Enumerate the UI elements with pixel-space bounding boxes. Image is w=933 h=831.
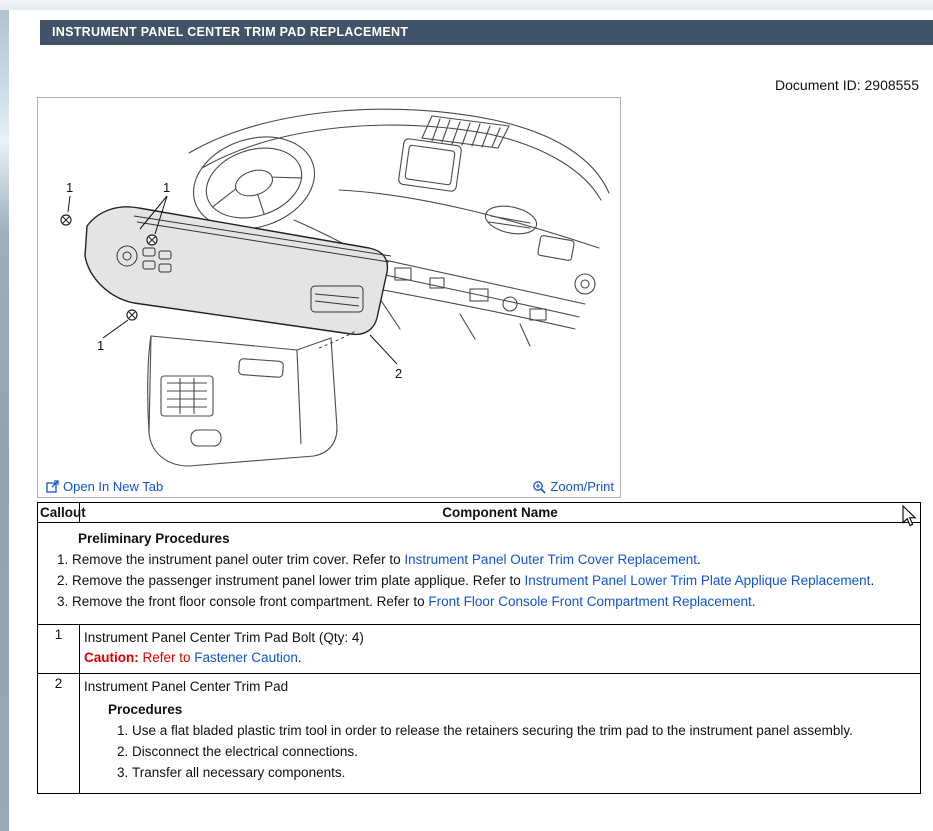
desktop-top-edge: [0, 0, 933, 10]
step-text: Remove the passenger instrument panel lo…: [72, 573, 525, 588]
procedure-step-2: Disconnect the electrical connections.: [132, 742, 916, 762]
component-cell: Instrument Panel Center Trim Pad Bolt (Q…: [80, 625, 921, 674]
document-id: Document ID: 2908555: [9, 77, 919, 93]
callout-label-1a: 1: [66, 180, 73, 195]
preliminary-step-2: Remove the passenger instrument panel lo…: [72, 571, 916, 591]
table-row-callout-2: 2 Instrument Panel Center Trim Pad Proce…: [38, 674, 921, 794]
callout-label-1b: 1: [163, 180, 170, 195]
preliminary-cell: Preliminary Procedures Remove the instru…: [38, 523, 921, 625]
preliminary-title: Preliminary Procedures: [78, 531, 916, 546]
zoom-print-link[interactable]: Zoom/Print: [532, 479, 614, 494]
table-header-row: Callout Component Name: [38, 503, 921, 523]
preliminary-steps-list: Remove the instrument panel outer trim c…: [42, 550, 916, 612]
page-title: INSTRUMENT PANEL CENTER TRIM PAD REPLACE…: [40, 20, 933, 45]
open-in-new-tab-link[interactable]: Open In New Tab: [46, 479, 163, 494]
component-name-column-header: Component Name: [80, 503, 921, 523]
caution-label: Caution:: [84, 650, 139, 665]
table-row-callout-1: 1 Instrument Panel Center Trim Pad Bolt …: [38, 625, 921, 674]
open-in-new-tab-label: Open In New Tab: [63, 479, 163, 494]
procedure-link-front-compartment[interactable]: Front Floor Console Front Compartment Re…: [428, 594, 751, 609]
document-page: INSTRUMENT PANEL CENTER TRIM PAD REPLACE…: [9, 10, 933, 831]
procedure-link-lower-trim-plate-applique[interactable]: Instrument Panel Lower Trim Plate Appliq…: [525, 573, 871, 588]
preliminary-step-1: Remove the instrument panel outer trim c…: [72, 550, 916, 570]
callout-label-2: 2: [395, 366, 402, 381]
external-link-icon: [46, 480, 59, 493]
figure-container: 1 1 1 2 Open In New Tab: [37, 97, 621, 498]
callout-column-header: Callout: [38, 503, 80, 523]
desktop-left-edge: [0, 0, 9, 831]
page-title-text: INSTRUMENT PANEL CENTER TRIM PAD REPLACE…: [52, 25, 408, 39]
callout-label-1c: 1: [97, 338, 104, 353]
component-name: Instrument Panel Center Trim Pad: [84, 678, 916, 696]
component-name: Instrument Panel Center Trim Pad Bolt (Q…: [84, 629, 916, 647]
caution-period: .: [298, 650, 302, 665]
step-period: .: [752, 594, 756, 609]
step-text: Remove the instrument panel outer trim c…: [72, 552, 404, 567]
procedures-list: Use a flat bladed plastic trim tool in o…: [106, 721, 916, 783]
procedure-step-1: Use a flat bladed plastic trim tool in o…: [132, 721, 916, 741]
caution-text: Refer to: [139, 650, 195, 665]
zoom-icon: [532, 480, 546, 494]
fastener-caution-link[interactable]: Fastener Caution: [194, 650, 298, 665]
procedures-label: Procedures: [108, 702, 916, 717]
preliminary-procedures-row: Preliminary Procedures Remove the instru…: [38, 523, 921, 625]
callout-number: 2: [38, 674, 80, 794]
preliminary-step-3: Remove the front floor console front com…: [72, 592, 916, 612]
zoom-print-label: Zoom/Print: [550, 479, 614, 494]
procedure-link-outer-trim-cover[interactable]: Instrument Panel Outer Trim Cover Replac…: [404, 552, 697, 567]
procedure-step-3: Transfer all necessary components.: [132, 763, 916, 783]
step-period: .: [697, 552, 701, 567]
step-period: .: [870, 573, 874, 588]
caution-note: Caution: Refer to Fastener Caution.: [84, 649, 916, 667]
technical-illustration: 1 1 1 2: [38, 98, 620, 478]
component-table: Callout Component Name Preliminary Proce…: [37, 502, 921, 794]
component-cell: Instrument Panel Center Trim Pad Procedu…: [80, 674, 921, 794]
callout-number: 1: [38, 625, 80, 674]
figure-link-bar: Open In New Tab Zoom/Print: [38, 478, 620, 497]
step-text: Remove the front floor console front com…: [72, 594, 428, 609]
